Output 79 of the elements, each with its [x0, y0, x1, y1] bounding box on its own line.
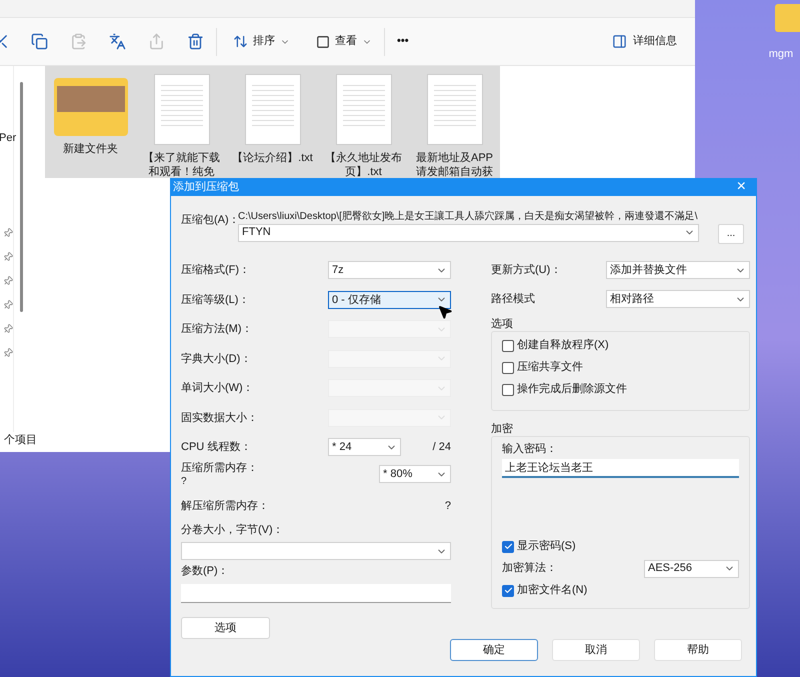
- file-tile[interactable]: 【永久地址发布页】.txt: [318, 66, 409, 178]
- dialog-button[interactable]: 帮助: [654, 639, 742, 661]
- text-file-icon: [154, 74, 210, 146]
- dialog-button[interactable]: 确定: [450, 639, 538, 661]
- text-file-icon: [426, 74, 482, 146]
- field-label: 加密算法：: [502, 560, 557, 576]
- copy-icon[interactable]: [31, 33, 48, 50]
- dropdown[interactable]: 0 - 仅存储: [328, 290, 451, 309]
- scrollbar[interactable]: [20, 82, 23, 312]
- dropdown[interactable]: * 80%: [379, 465, 451, 483]
- field-label: 更新方式(U)：: [491, 262, 562, 278]
- checkbox[interactable]: [502, 362, 514, 374]
- more-button[interactable]: •••: [397, 33, 409, 50]
- checkbox-label: 压缩共享文件: [517, 360, 583, 376]
- field-label: 单词大小(W)：: [181, 381, 254, 396]
- password-field[interactable]: 上老王论坛当老王: [502, 458, 739, 478]
- view-button[interactable]: 查看: [316, 33, 372, 50]
- field-label: 路径模式: [491, 292, 536, 307]
- dropdown[interactable]: FTYN: [238, 224, 699, 242]
- thread-count: / 24: [432, 440, 451, 455]
- field-label: 字典大小(D)：: [181, 352, 252, 366]
- rectangle-icon: [316, 34, 330, 48]
- file-name: 【来了就能下载和观看！纯免: [142, 151, 221, 178]
- archive-path: C:\Users\liuxi\Desktop\[肥臀欲女]晚上是女王讓工具人舔穴踩属，白天是痴女渴望被幹，兩連發還不滿足\: [238, 210, 698, 224]
- status-text: 个项目: [4, 433, 37, 448]
- nav-item-text[interactable]: Per: [0, 130, 16, 146]
- window-title: 添加到压缩包: [173, 180, 239, 195]
- trash-icon[interactable]: [187, 33, 204, 50]
- file-tile[interactable]: 【论坛介绍】.txt: [227, 66, 318, 178]
- group-title: 选项: [491, 318, 514, 330]
- file-name: 【论坛介绍】.txt: [231, 151, 314, 166]
- desktop-icon-label: mgm: [768, 47, 794, 62]
- dropdown[interactable]: 7z: [328, 261, 451, 280]
- field-label: 压缩格式(F)：: [181, 262, 250, 278]
- text-file-icon: [244, 74, 300, 146]
- text-file-icon: [336, 74, 392, 146]
- field-label: CPU 线程数：: [181, 440, 252, 455]
- file-tile[interactable]: 【来了就能下载和观看！纯免: [136, 66, 227, 178]
- field-label: 参数(P)：: [181, 564, 230, 580]
- group-title: 加密: [491, 422, 514, 436]
- file-tile[interactable]: 新建文件夹: [45, 66, 136, 178]
- sort-icon: [233, 34, 248, 49]
- photo-placeholder: [56, 86, 124, 112]
- checkbox-label: 操作完成后删除源文件: [517, 382, 627, 398]
- field-label: 分卷大小，字节(V)：: [181, 522, 285, 538]
- file-name: 【永久地址发布页】.txt: [324, 151, 403, 178]
- dropdown[interactable]: * 24: [328, 438, 401, 456]
- dropdown[interactable]: 相对路径: [606, 290, 750, 308]
- dropdown[interactable]: 添加并替换文件: [606, 261, 750, 279]
- details-button[interactable]: 详细信息: [612, 33, 677, 50]
- options-button[interactable]: 选项: [181, 617, 270, 639]
- memory-value: ?: [181, 475, 188, 488]
- check-icon: [504, 542, 512, 551]
- input-field[interactable]: [181, 584, 451, 603]
- sort-button[interactable]: 排序: [229, 33, 294, 50]
- file-tile[interactable]: 最新地址及APP请发邮箱自动获: [409, 66, 500, 178]
- field-label: 输入密码：: [502, 442, 558, 456]
- dialog-button[interactable]: 取消: [552, 639, 640, 661]
- checkbox[interactable]: [502, 340, 514, 352]
- check-icon: [504, 586, 512, 595]
- panel-icon: [612, 34, 627, 49]
- checkbox-label: 加密文件名(N): [517, 582, 588, 598]
- file-name: 新建文件夹: [62, 142, 119, 157]
- file-name: 最新地址及APP请发邮箱自动获: [414, 151, 494, 178]
- field-label: 固实数据大小：: [181, 410, 258, 426]
- checkbox-label: 显示密码(S): [517, 538, 576, 554]
- memory-value: ?: [444, 498, 451, 514]
- field-label: 压缩等级(L)：: [181, 292, 250, 308]
- field-label: 压缩包(A)：: [181, 214, 238, 228]
- field-label: 压缩所需内存：: [181, 462, 258, 475]
- checkbox[interactable]: [502, 384, 514, 396]
- field-label: 解压缩所需内存：: [181, 498, 269, 514]
- checkbox[interactable]: [502, 584, 514, 596]
- checkbox[interactable]: [502, 540, 514, 552]
- browse-button[interactable]: ...: [718, 224, 744, 244]
- mouse-cursor-icon: [437, 304, 453, 320]
- checkbox-label: 创建自释放程序(X): [517, 338, 609, 354]
- dropdown[interactable]: AES-256: [644, 560, 739, 578]
- field-label: 压缩方法(M)：: [181, 322, 252, 337]
